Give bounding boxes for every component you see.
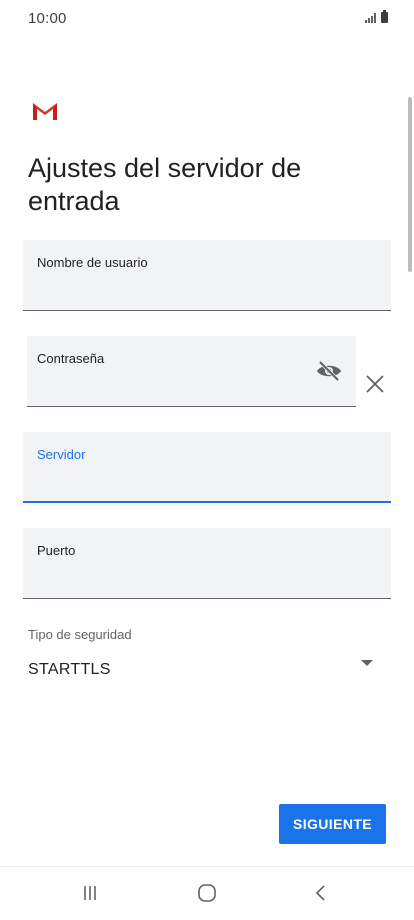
port-label: Puerto [37,543,76,558]
server-label: Servidor [37,447,86,462]
home-icon [198,884,216,902]
signal-icon [365,13,376,23]
page-title: Ajustes del servidor de entrada [28,153,302,216]
status-icons [365,10,388,23]
username-field[interactable]: Nombre de usuario [23,240,391,311]
recents-icon [84,886,96,900]
eye-off-icon[interactable] [316,360,342,382]
username-label: Nombre de usuario [37,255,148,270]
back-button[interactable] [306,881,336,905]
home-button[interactable] [192,881,222,905]
navigation-bar [0,867,414,920]
password-label: Contraseña [37,351,105,366]
back-icon [315,885,325,901]
dropdown-arrow-icon[interactable] [361,660,373,666]
status-bar: 10:00 [0,0,414,40]
gmail-logo [33,103,57,120]
battery-icon [381,10,388,23]
close-icon[interactable] [364,373,386,395]
server-field[interactable]: Servidor [23,432,391,503]
next-button[interactable]: SIGUIENTE [279,804,386,844]
port-field[interactable]: Puerto [23,528,391,599]
scrollbar[interactable] [408,97,412,272]
status-time: 10:00 [28,10,67,27]
password-field[interactable]: Contraseña [27,336,356,407]
security-type-label: Tipo de seguridad [28,627,132,642]
recents-button[interactable] [75,881,105,905]
security-type-select[interactable]: STARTTLS [28,661,111,679]
